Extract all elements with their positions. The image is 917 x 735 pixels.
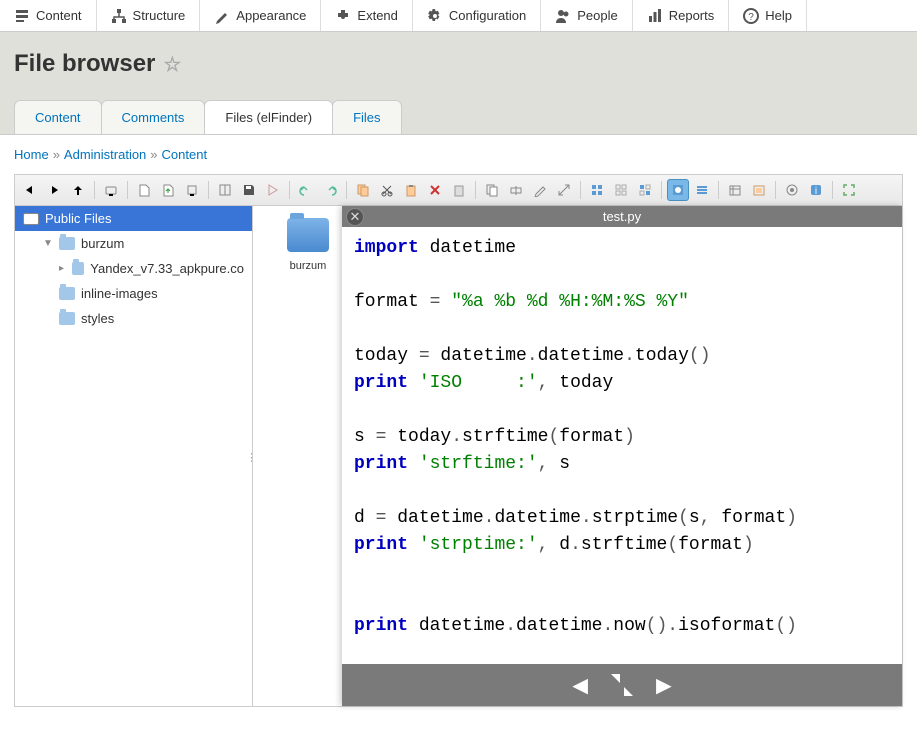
redo-icon[interactable] xyxy=(319,179,341,201)
menu-configuration[interactable]: Configuration xyxy=(413,0,541,31)
menu-reports[interactable]: Reports xyxy=(633,0,730,31)
menu-appearance[interactable]: Appearance xyxy=(200,0,321,31)
drive-icon xyxy=(23,213,39,225)
settings-icon[interactable] xyxy=(781,179,803,201)
netmount-icon[interactable] xyxy=(100,179,122,201)
tree-item-yandex-v7-33-apkpure-co[interactable]: ▸Yandex_v7.33_apkpure.co xyxy=(15,256,252,281)
files-panel[interactable]: burzum ✕ test.py import datetime format … xyxy=(253,206,902,706)
tree-panel: Public Files ▼burzum▸Yandex_v7.33_apkpur… xyxy=(15,206,253,706)
sort-icon[interactable] xyxy=(724,179,746,201)
tree-root-label: Public Files xyxy=(45,211,111,226)
folder-icon xyxy=(59,312,75,325)
prev-arrow-icon[interactable]: ◄ xyxy=(567,670,593,701)
next-arrow-icon[interactable]: ► xyxy=(651,670,677,701)
folder-icon xyxy=(59,237,75,250)
file-item-folder[interactable]: burzum xyxy=(273,218,343,272)
breadcrumb-home[interactable]: Home xyxy=(14,147,49,162)
upload-icon[interactable] xyxy=(157,179,179,201)
menu-people[interactable]: People xyxy=(541,0,632,31)
tab-comments[interactable]: Comments xyxy=(101,100,206,134)
folder-icon xyxy=(287,218,329,252)
folder-icon xyxy=(59,287,75,300)
page-header: File browser ☆ ContentCommentsFiles (elF… xyxy=(0,32,917,134)
view-list-icon[interactable] xyxy=(691,179,713,201)
menu-extend[interactable]: Extend xyxy=(321,0,412,31)
menu-help[interactable]: ?Help xyxy=(729,0,807,31)
paste-icon[interactable] xyxy=(400,179,422,201)
select-invert-icon[interactable] xyxy=(634,179,656,201)
copy-icon[interactable] xyxy=(352,179,374,201)
menu-content[interactable]: Content xyxy=(0,0,97,31)
undo-icon[interactable] xyxy=(295,179,317,201)
folder-icon xyxy=(72,262,84,275)
save-icon[interactable] xyxy=(238,179,260,201)
tree-item-burzum[interactable]: ▼burzum xyxy=(15,231,252,256)
tab-content[interactable]: Content xyxy=(14,100,102,134)
page-title: File browser ☆ xyxy=(14,50,903,78)
svg-text:i: i xyxy=(815,186,817,197)
resize-handle[interactable]: ⋮ xyxy=(246,456,250,486)
favorite-star-icon[interactable]: ☆ xyxy=(163,52,181,77)
menu-structure[interactable]: Structure xyxy=(97,0,201,31)
breadcrumb: Home»Administration»Content xyxy=(0,135,917,174)
toolbar: i xyxy=(15,175,902,206)
file-label: burzum xyxy=(273,260,343,272)
preview-header: ✕ test.py xyxy=(342,206,902,227)
forward-icon[interactable] xyxy=(43,179,65,201)
tabs: ContentCommentsFiles (elFinder)Files xyxy=(14,100,903,134)
tab-files[interactable]: Files xyxy=(332,100,401,134)
elfinder-body: Public Files ▼burzum▸Yandex_v7.33_apkpur… xyxy=(15,206,902,706)
view-icons-icon[interactable] xyxy=(667,179,689,201)
cut-icon[interactable] xyxy=(376,179,398,201)
tab-files-elfinder-[interactable]: Files (elFinder) xyxy=(204,100,333,134)
elfinder: i Public Files ▼burzum▸Yandex_v7.33_apkp… xyxy=(14,174,903,707)
up-icon[interactable] xyxy=(67,179,89,201)
download-icon[interactable] xyxy=(181,179,203,201)
select-all-icon[interactable] xyxy=(586,179,608,201)
tree-root[interactable]: Public Files xyxy=(15,206,252,231)
tree-item-styles[interactable]: styles xyxy=(15,306,252,331)
duplicate-icon[interactable] xyxy=(481,179,503,201)
svg-text:?: ? xyxy=(748,12,754,23)
open-icon[interactable] xyxy=(214,179,236,201)
delete-icon[interactable] xyxy=(424,179,446,201)
close-icon[interactable]: ✕ xyxy=(346,208,364,226)
fullscreen-icon[interactable] xyxy=(611,674,633,696)
preview-body: import datetime format = "%a %b %d %H:%M… xyxy=(342,227,902,664)
fullscreen-icon[interactable] xyxy=(838,179,860,201)
edit-icon[interactable] xyxy=(529,179,551,201)
newfile-icon[interactable] xyxy=(133,179,155,201)
places-icon[interactable] xyxy=(748,179,770,201)
rename-icon[interactable] xyxy=(505,179,527,201)
breadcrumb-administration[interactable]: Administration xyxy=(64,147,146,162)
getfile-icon[interactable] xyxy=(262,179,284,201)
content-area: Home»Administration»Content i Public Fil… xyxy=(0,134,917,707)
info-icon[interactable]: i xyxy=(805,179,827,201)
admin-menu: ContentStructureAppearanceExtendConfigur… xyxy=(0,0,917,32)
breadcrumb-content[interactable]: Content xyxy=(162,147,208,162)
resize-icon[interactable] xyxy=(553,179,575,201)
page-title-text: File browser xyxy=(14,50,155,78)
empty-icon[interactable] xyxy=(448,179,470,201)
tree-item-inline-images[interactable]: inline-images xyxy=(15,281,252,306)
preview-panel: ✕ test.py import datetime format = "%a %… xyxy=(342,206,902,706)
select-none-icon[interactable] xyxy=(610,179,632,201)
preview-filename: test.py xyxy=(603,209,641,224)
back-icon[interactable] xyxy=(19,179,41,201)
preview-nav: ◄ ► xyxy=(342,664,902,706)
